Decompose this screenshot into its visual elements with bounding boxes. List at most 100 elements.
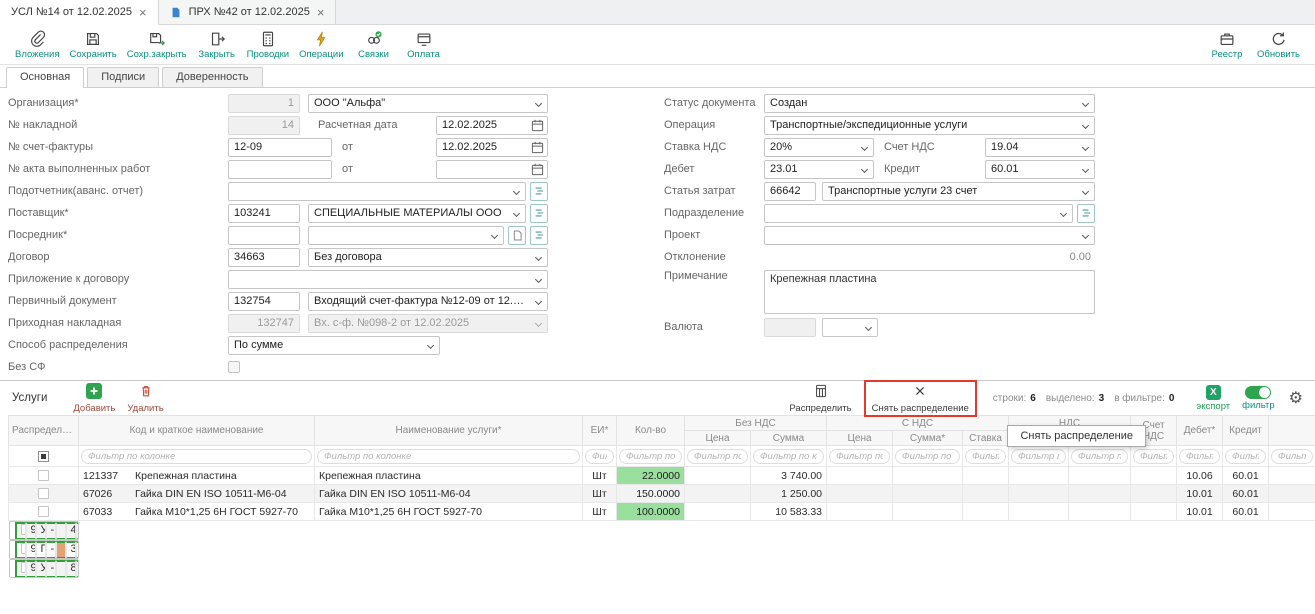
table-row[interactable]: 67026Гайка DIN EN ISO 10511-М6-04Гайка D…: [9, 485, 1315, 503]
window-tab-prh[interactable]: ПРХ №42 от 12.02.2025 ×: [159, 0, 337, 24]
cell-service-name[interactable]: Крепежная пластина: [315, 467, 583, 485]
vat-rate-select[interactable]: 20%: [764, 138, 874, 157]
col-header-qty[interactable]: Кол-во: [617, 416, 685, 446]
cell-qty[interactable]: [56, 541, 66, 559]
cell-credit[interactable]: 60.01: [1223, 503, 1269, 521]
col-header-unit[interactable]: ЕИ*: [583, 416, 617, 446]
cost-item-code-field[interactable]: 66642: [764, 182, 816, 201]
cell-sum-no-vat[interactable]: 10 583.33: [751, 503, 827, 521]
tab-power-of-attorney[interactable]: Доверенность: [162, 67, 262, 87]
payment-button[interactable]: Оплата: [399, 30, 449, 60]
hierarchy-picker-button[interactable]: [530, 226, 548, 245]
undistribute-button[interactable]: Снять распределение: [864, 380, 977, 417]
filter-input[interactable]: [1271, 449, 1313, 464]
contract-select[interactable]: Без договора: [308, 248, 548, 267]
hierarchy-picker-button[interactable]: [530, 182, 548, 201]
links-button[interactable]: Связки: [349, 30, 399, 60]
filter-input[interactable]: [1225, 449, 1266, 464]
cell-vat-rate[interactable]: [963, 485, 1009, 503]
add-row-button[interactable]: Добавить: [67, 382, 121, 415]
cell-price-no-vat[interactable]: [685, 485, 751, 503]
cell-credit[interactable]: 60.01: [1223, 485, 1269, 503]
organization-select[interactable]: ООО "Альфа": [308, 94, 548, 113]
settings-gear-icon[interactable]: ⚙: [1289, 388, 1303, 408]
cell-price-no-vat[interactable]: 833.33: [66, 560, 76, 578]
filter-input[interactable]: [687, 449, 748, 464]
operation-select[interactable]: Транспортные/экспедиционные услуги: [764, 116, 1095, 135]
attachments-button[interactable]: Вложения: [10, 30, 65, 60]
select-all-checkbox[interactable]: [38, 451, 49, 462]
calc-date-field[interactable]: 12.02.2025: [436, 116, 548, 135]
cell-qty[interactable]: 150.0000: [617, 485, 685, 503]
department-select[interactable]: [764, 204, 1073, 223]
postings-button[interactable]: Проводки: [242, 30, 294, 60]
save-button[interactable]: Сохранить: [65, 30, 122, 60]
waybill-number-field[interactable]: 14: [228, 116, 300, 135]
row-checkbox[interactable]: [38, 488, 49, 499]
cell-qty[interactable]: 22.0000: [617, 467, 685, 485]
cell-service-name[interactable]: Упаковка груза в картонную коробку: [36, 522, 46, 540]
cell-vat-rate[interactable]: [963, 467, 1009, 485]
filter-input[interactable]: [585, 449, 614, 464]
cell-price-no-vat[interactable]: 333.33: [66, 541, 76, 559]
credit-select[interactable]: 60.01: [985, 160, 1095, 179]
refresh-button[interactable]: Обновить: [1252, 30, 1305, 60]
contract-code-field[interactable]: 34663: [228, 248, 300, 267]
calendar-icon[interactable]: [531, 163, 544, 179]
col-header-rate[interactable]: Ставка: [963, 431, 1009, 446]
close-icon[interactable]: ×: [317, 6, 325, 19]
cell-sum-no-vat[interactable]: 333.33: [76, 541, 79, 559]
cell-qty[interactable]: 100.0000: [617, 503, 685, 521]
cell-code[interactable]: 99200Подготовка груза к отправке автотра…: [26, 541, 36, 559]
cell-extra[interactable]: [1269, 503, 1315, 521]
filter-input[interactable]: [895, 449, 960, 464]
window-tab-usl[interactable]: УСЛ №14 от 12.02.2025 ×: [0, 0, 159, 25]
export-excel-button[interactable]: X экспорт: [1190, 384, 1236, 413]
cell-unit[interactable]: Шт: [583, 467, 617, 485]
cell-unit[interactable]: -: [46, 541, 56, 559]
cell-price-vat[interactable]: [827, 467, 893, 485]
cell-debit[interactable]: 10.01: [1177, 503, 1223, 521]
cell-qty[interactable]: [56, 560, 66, 578]
row-checkbox[interactable]: [38, 506, 49, 517]
filter-input[interactable]: [829, 449, 890, 464]
no-sf-checkbox[interactable]: [228, 361, 240, 373]
table-row[interactable]: 99222Услуга по организации доставки (экс…: [9, 559, 79, 578]
table-row[interactable]: 67033Гайка М10*1,25 6Н ГОСТ 5927-70Гайка…: [9, 503, 1315, 521]
cell-distributed[interactable]: [15, 560, 26, 578]
col-header-price-no-vat[interactable]: Цена: [685, 431, 751, 446]
filter-input[interactable]: [1179, 449, 1220, 464]
table-row[interactable]: 121337Крепежная пластинаКрепежная пласти…: [9, 467, 1315, 485]
filter-input[interactable]: [81, 449, 312, 464]
table-row[interactable]: 99200Подготовка груза к отправке автотра…: [9, 540, 79, 559]
col-header-name[interactable]: Наименование услуги*: [315, 416, 583, 446]
vat-account-select[interactable]: 19.04: [985, 138, 1095, 157]
currency-select[interactable]: [822, 318, 878, 337]
act-number-field[interactable]: [228, 160, 332, 179]
cell-code[interactable]: 67033Гайка М10*1,25 6Н ГОСТ 5927-70: [79, 503, 315, 521]
accountable-select[interactable]: [228, 182, 526, 201]
filter-input[interactable]: [965, 449, 1006, 464]
operations-button[interactable]: Операции: [294, 30, 348, 60]
cell-vat-account[interactable]: [1131, 485, 1177, 503]
cell-price-no-vat[interactable]: [685, 503, 751, 521]
cell-sum-no-vat[interactable]: 3 740.00: [751, 467, 827, 485]
cell-service-name[interactable]: Услуга по организации доставки (экспедир…: [36, 560, 46, 578]
cell-price-no-vat[interactable]: [685, 467, 751, 485]
cell-vat-sum[interactable]: [1069, 467, 1131, 485]
debit-select[interactable]: 23.01: [764, 160, 874, 179]
cell-unit[interactable]: Шт: [583, 503, 617, 521]
filter-input[interactable]: [317, 449, 580, 464]
cell-sum-no-vat[interactable]: 1 250.00: [751, 485, 827, 503]
col-header-credit[interactable]: Кредит: [1223, 416, 1269, 446]
cell-vat-1[interactable]: [1009, 485, 1069, 503]
project-select[interactable]: [764, 226, 1095, 245]
col-header-distributed[interactable]: Распределено: [9, 416, 79, 446]
note-textarea[interactable]: Крепежная пластина: [764, 270, 1095, 314]
act-date-field[interactable]: [436, 160, 548, 179]
status-select[interactable]: Создан: [764, 94, 1095, 113]
registry-button[interactable]: Реестр: [1202, 30, 1252, 60]
col-header-code[interactable]: Код и краткое наименование: [79, 416, 315, 446]
incoming-invoice-select[interactable]: Вх. с-ф. №098-2 от 12.02.2025: [308, 314, 548, 333]
cell-unit[interactable]: -: [46, 560, 56, 578]
